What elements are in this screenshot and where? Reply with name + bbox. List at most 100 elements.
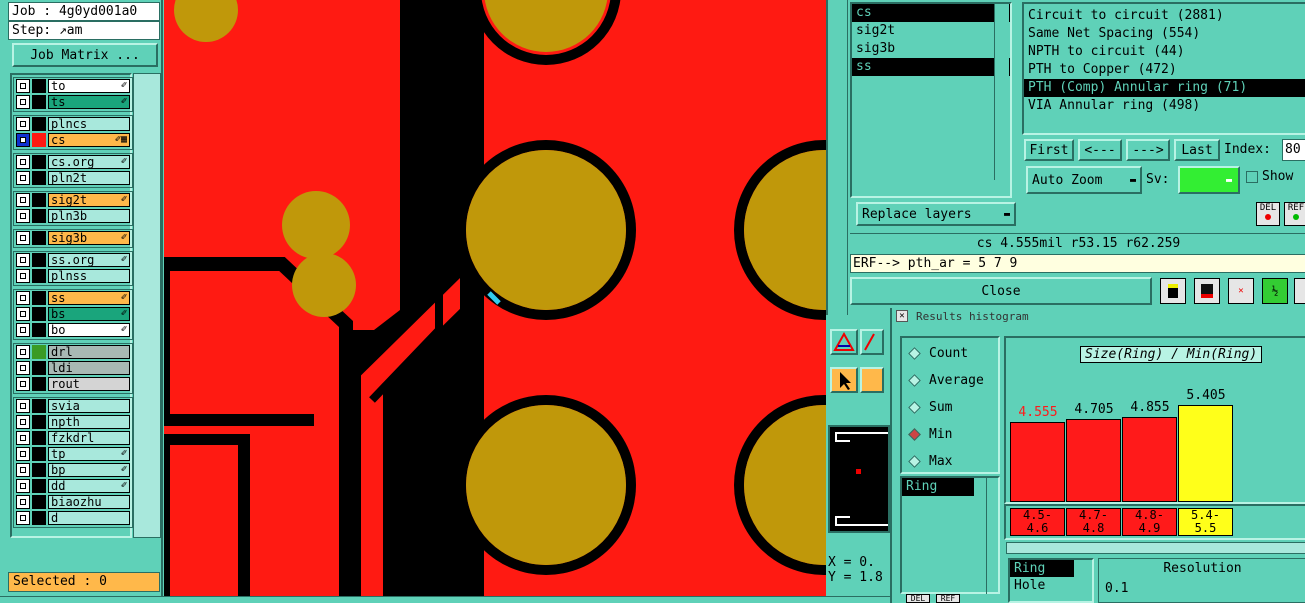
layer-row[interactable]: d (16, 511, 130, 525)
layer-row[interactable]: bo ✐ (16, 323, 130, 337)
layer-display-checkbox[interactable] (16, 323, 30, 337)
layer-row[interactable]: svia (16, 399, 130, 413)
job-matrix-button[interactable]: Job Matrix ... (12, 43, 158, 67)
layer-color-swatch[interactable] (32, 463, 46, 477)
layer-color-swatch[interactable] (32, 431, 46, 445)
check-category-item[interactable]: NPTH to circuit (44) (1024, 43, 1305, 61)
histogram-bin-label[interactable]: 5.4- 5.5 (1178, 508, 1233, 536)
layer-display-checkbox[interactable] (16, 399, 30, 413)
layer-color-swatch[interactable] (32, 377, 46, 391)
layer-row[interactable]: rout (16, 377, 130, 391)
layer-display-checkbox[interactable] (16, 193, 30, 207)
layer-row[interactable]: plnss (16, 269, 130, 283)
histogram-scrollbar[interactable] (1006, 542, 1305, 554)
check-category-item[interactable]: Circuit to circuit (2881) (1024, 7, 1305, 25)
layer-row[interactable]: biaozhu (16, 495, 130, 509)
layer-color-swatch[interactable] (32, 307, 46, 321)
first-button[interactable]: First (1024, 139, 1074, 161)
layer-name[interactable]: dd ✐ (48, 479, 130, 493)
layer-color-swatch[interactable] (32, 323, 46, 337)
layer-display-checkbox[interactable] (16, 155, 30, 169)
layer-name[interactable]: tp ✐ (48, 447, 130, 461)
layer-display-checkbox[interactable] (16, 495, 30, 509)
layer-row[interactable]: bp ✐ (16, 463, 130, 477)
layer-row[interactable]: ss.org ✐ (16, 253, 130, 267)
layer-display-checkbox[interactable] (16, 431, 30, 445)
layer-name[interactable]: sig2t ✐ (48, 193, 130, 207)
layer-list-item[interactable]: sig2t (852, 22, 1010, 40)
bin-attribute-item[interactable]: Ring (1010, 560, 1074, 577)
layer-color-swatch[interactable] (32, 291, 46, 305)
layer-name[interactable]: npth (48, 415, 130, 429)
layer-name[interactable]: pln3b (48, 209, 130, 223)
bin-attribute-item[interactable]: Hole (1010, 577, 1074, 594)
layer-listbox-scrollbar[interactable] (994, 4, 1009, 180)
layer-row[interactable]: dd ✐ (16, 479, 130, 493)
layer-display-checkbox[interactable] (16, 377, 30, 391)
ref-cross-icon[interactable]: ✕ (1228, 278, 1254, 304)
layer-color-swatch[interactable] (32, 399, 46, 413)
layer-color-swatch[interactable] (32, 171, 46, 185)
next-button[interactable]: ---> (1126, 139, 1170, 161)
histogram-ref-button[interactable]: REF (936, 594, 960, 603)
layer-name[interactable]: fzkdrl (48, 431, 130, 445)
layer-display-checkbox[interactable] (16, 345, 30, 359)
attribute-item[interactable]: Ring (902, 478, 974, 496)
layer-list-item[interactable]: cs (852, 4, 1010, 22)
layer-display-checkbox[interactable] (16, 307, 30, 321)
layer-display-checkbox[interactable] (16, 209, 30, 223)
layer-name[interactable]: plnss (48, 269, 130, 283)
severity-color-dropdown[interactable]: ▬ (1178, 166, 1240, 194)
attribute-listbox[interactable]: Ring (900, 476, 1000, 594)
layer-color-swatch[interactable] (32, 133, 46, 147)
layer-color-swatch[interactable] (32, 117, 46, 131)
layer-color-swatch[interactable] (32, 495, 46, 509)
layer-display-checkbox[interactable] (16, 463, 30, 477)
layer-name[interactable]: ldi (48, 361, 130, 375)
layer-list-item[interactable]: sig3b (852, 40, 1010, 58)
checks-listbox[interactable]: Circuit to circuit (2881) Same Net Spacin… (1022, 2, 1305, 135)
layer-row[interactable]: cs ✐▦ (16, 133, 130, 147)
highlight-tool-icon[interactable] (1160, 278, 1186, 304)
close-button[interactable]: Close (850, 277, 1152, 305)
layer-display-checkbox[interactable] (16, 479, 30, 493)
layer-list[interactable]: to ✐ ts ✐ plncs cs ✐▦ cs.org ✐ pln2t sig2t ✐ pln3b si… (10, 73, 133, 538)
layer-name[interactable]: pln2t (48, 171, 130, 185)
index-input[interactable]: 80 (1282, 139, 1305, 161)
layer-name[interactable]: rout (48, 377, 130, 391)
layer-name[interactable]: bp ✐ (48, 463, 130, 477)
layer-color-swatch[interactable] (32, 253, 46, 267)
layer-color-swatch[interactable] (32, 479, 46, 493)
layer-row[interactable]: drl (16, 345, 130, 359)
select-pointer-icon[interactable] (830, 367, 858, 393)
layer-color-swatch[interactable] (32, 193, 46, 207)
layer-name[interactable]: ss.org ✐ (48, 253, 130, 267)
layer-list-item[interactable]: ss (852, 58, 1010, 76)
histogram-bin-label[interactable]: 4.8- 4.9 (1122, 508, 1177, 536)
layer-display-checkbox[interactable] (16, 253, 30, 267)
last-button[interactable]: Last (1174, 139, 1220, 161)
layer-name[interactable]: ss ✐ (48, 291, 130, 305)
layer-display-checkbox[interactable] (16, 171, 30, 185)
layer-color-swatch[interactable] (32, 345, 46, 359)
prev-button[interactable]: <--- (1078, 139, 1122, 161)
layer-display-checkbox[interactable] (16, 511, 30, 525)
step-field[interactable]: Step: ↗am (8, 21, 160, 40)
histogram-bar[interactable] (1178, 405, 1233, 502)
layer-row[interactable]: ldi (16, 361, 130, 375)
layer-display-checkbox[interactable] (16, 415, 30, 429)
more-tool-icon[interactable] (1294, 278, 1305, 304)
layer-color-swatch[interactable] (32, 415, 46, 429)
show-checkbox[interactable] (1246, 171, 1258, 183)
attribute-scrollbar[interactable] (986, 476, 1000, 594)
layer-row[interactable]: sig2t ✐ (16, 193, 130, 207)
drc-tool-icon[interactable] (830, 329, 858, 355)
histogram-bin-label[interactable]: 4.5- 4.6 (1010, 508, 1065, 536)
layer-row[interactable]: pln3b (16, 209, 130, 223)
bin-attribute-listbox[interactable]: Ring Hole (1008, 558, 1094, 603)
measure-tool-icon[interactable] (860, 329, 884, 355)
erase-tool-icon[interactable] (1194, 278, 1220, 304)
check-category-item[interactable]: Same Net Spacing (554) (1024, 25, 1305, 43)
layer-display-checkbox[interactable] (16, 79, 30, 93)
layer-color-swatch[interactable] (32, 79, 46, 93)
